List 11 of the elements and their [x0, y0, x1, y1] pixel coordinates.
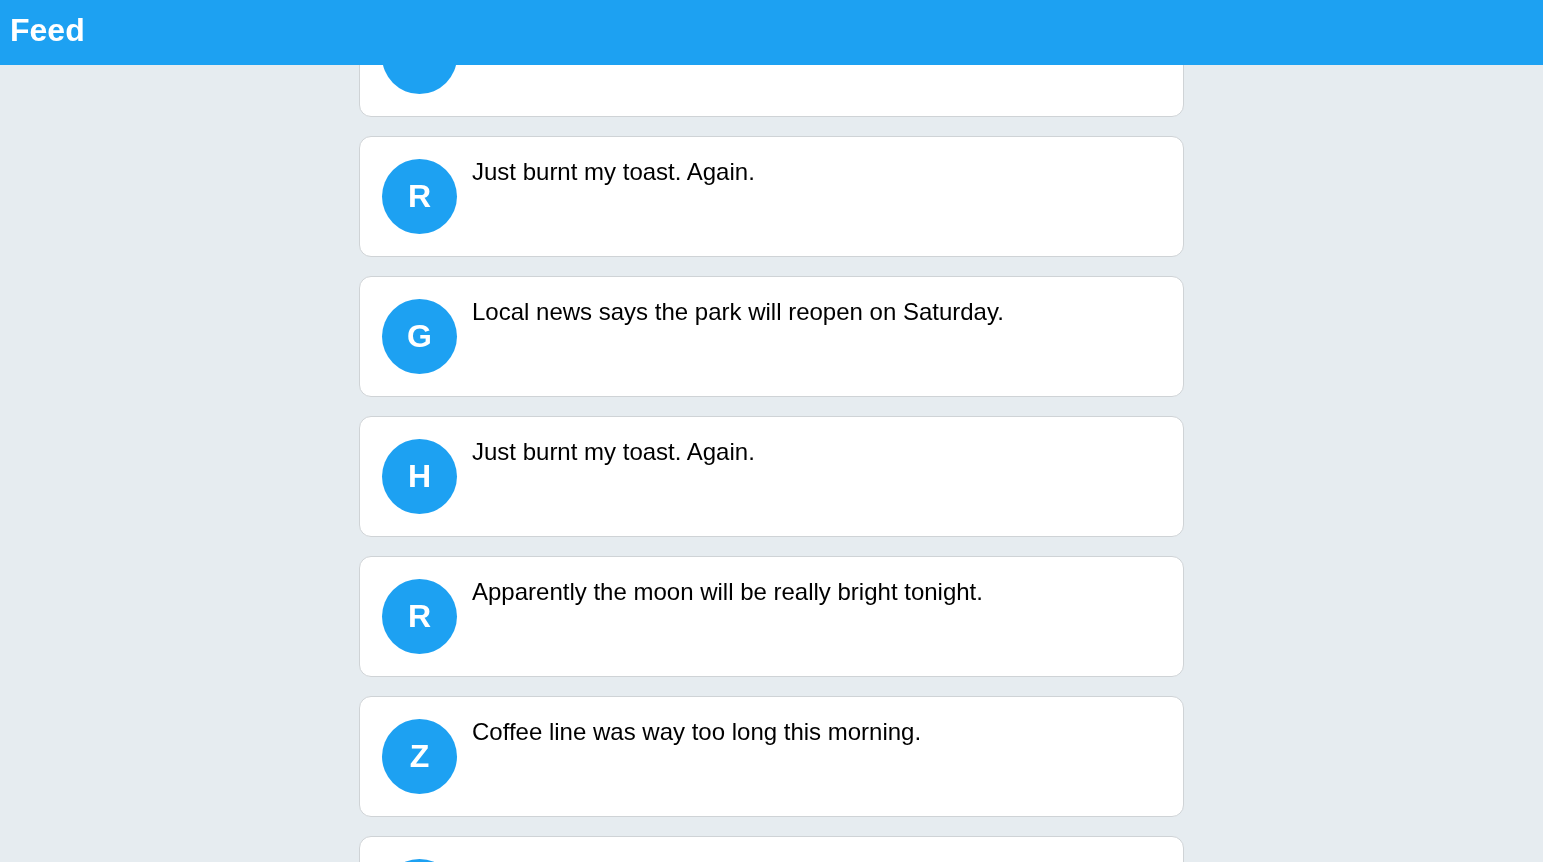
- avatar: G: [382, 299, 457, 374]
- post-text: Coffee line was way too long this morning.: [472, 718, 922, 745]
- post-text: Just burnt my toast. Again.: [472, 158, 755, 185]
- avatar: Z: [382, 719, 457, 794]
- post-text: Just burnt my toast. Again.: [472, 438, 755, 465]
- avatar: R: [382, 159, 457, 234]
- avatar: R: [382, 579, 457, 654]
- avatar: H: [382, 439, 457, 514]
- post-text: Apparently the moon will be really bright tonight.: [472, 578, 983, 605]
- page-title: Feed: [10, 13, 85, 50]
- post-text: Local news says the park will reopen on Saturday.: [472, 298, 1004, 325]
